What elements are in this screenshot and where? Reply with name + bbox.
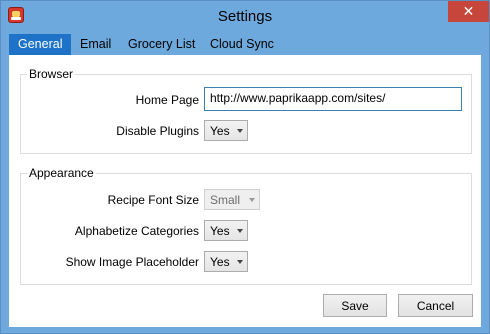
recipe-font-size-label: Recipe Font Size bbox=[107, 193, 199, 207]
tab-general[interactable]: General bbox=[9, 34, 72, 55]
close-button[interactable]: ✕ bbox=[448, 1, 489, 22]
disable-plugins-label: Disable Plugins bbox=[116, 124, 199, 138]
home-page-label: Home Page bbox=[135, 93, 199, 107]
save-button[interactable]: Save bbox=[323, 294, 387, 317]
appearance-group: Appearance Recipe Font Size Small Alphab… bbox=[20, 166, 472, 285]
browser-group-label: Browser bbox=[27, 67, 76, 81]
title-bar[interactable]: Settings ✕ bbox=[1, 1, 489, 33]
chevron-down-icon bbox=[237, 229, 243, 233]
chevron-down-icon bbox=[249, 198, 255, 202]
alphabetize-categories-label: Alphabetize Categories bbox=[74, 224, 199, 238]
show-image-placeholder-value: Yes bbox=[210, 255, 230, 269]
general-settings-panel: Browser Home Page http://www.paprikaapp.… bbox=[9, 55, 481, 327]
chevron-down-icon bbox=[237, 129, 243, 133]
home-page-input[interactable]: http://www.paprikaapp.com/sites/ bbox=[204, 87, 462, 111]
chevron-down-icon bbox=[237, 260, 243, 264]
disable-plugins-value: Yes bbox=[210, 124, 230, 138]
settings-window: Settings ✕ General Email Grocery List Cl… bbox=[0, 0, 490, 334]
alphabetize-categories-value: Yes bbox=[210, 224, 230, 238]
cancel-button[interactable]: Cancel bbox=[398, 294, 473, 317]
tab-cloud-sync[interactable]: Cloud Sync bbox=[201, 34, 283, 55]
tab-email[interactable]: Email bbox=[71, 34, 120, 55]
browser-group: Browser Home Page http://www.paprikaapp.… bbox=[20, 67, 472, 154]
window-title: Settings bbox=[217, 8, 273, 25]
show-image-placeholder-select[interactable]: Yes bbox=[204, 251, 248, 272]
close-icon: ✕ bbox=[462, 3, 475, 19]
tab-strip: General Email Grocery List Cloud Sync bbox=[9, 33, 481, 55]
alphabetize-categories-select[interactable]: Yes bbox=[204, 220, 248, 241]
disable-plugins-select[interactable]: Yes bbox=[204, 120, 248, 141]
show-image-placeholder-label: Show Image Placeholder bbox=[65, 255, 199, 269]
tab-grocery-list[interactable]: Grocery List bbox=[119, 34, 204, 55]
recipe-font-size-value: Small bbox=[210, 193, 241, 207]
recipe-font-size-select[interactable]: Small bbox=[204, 189, 260, 210]
appearance-group-label: Appearance bbox=[27, 166, 96, 180]
